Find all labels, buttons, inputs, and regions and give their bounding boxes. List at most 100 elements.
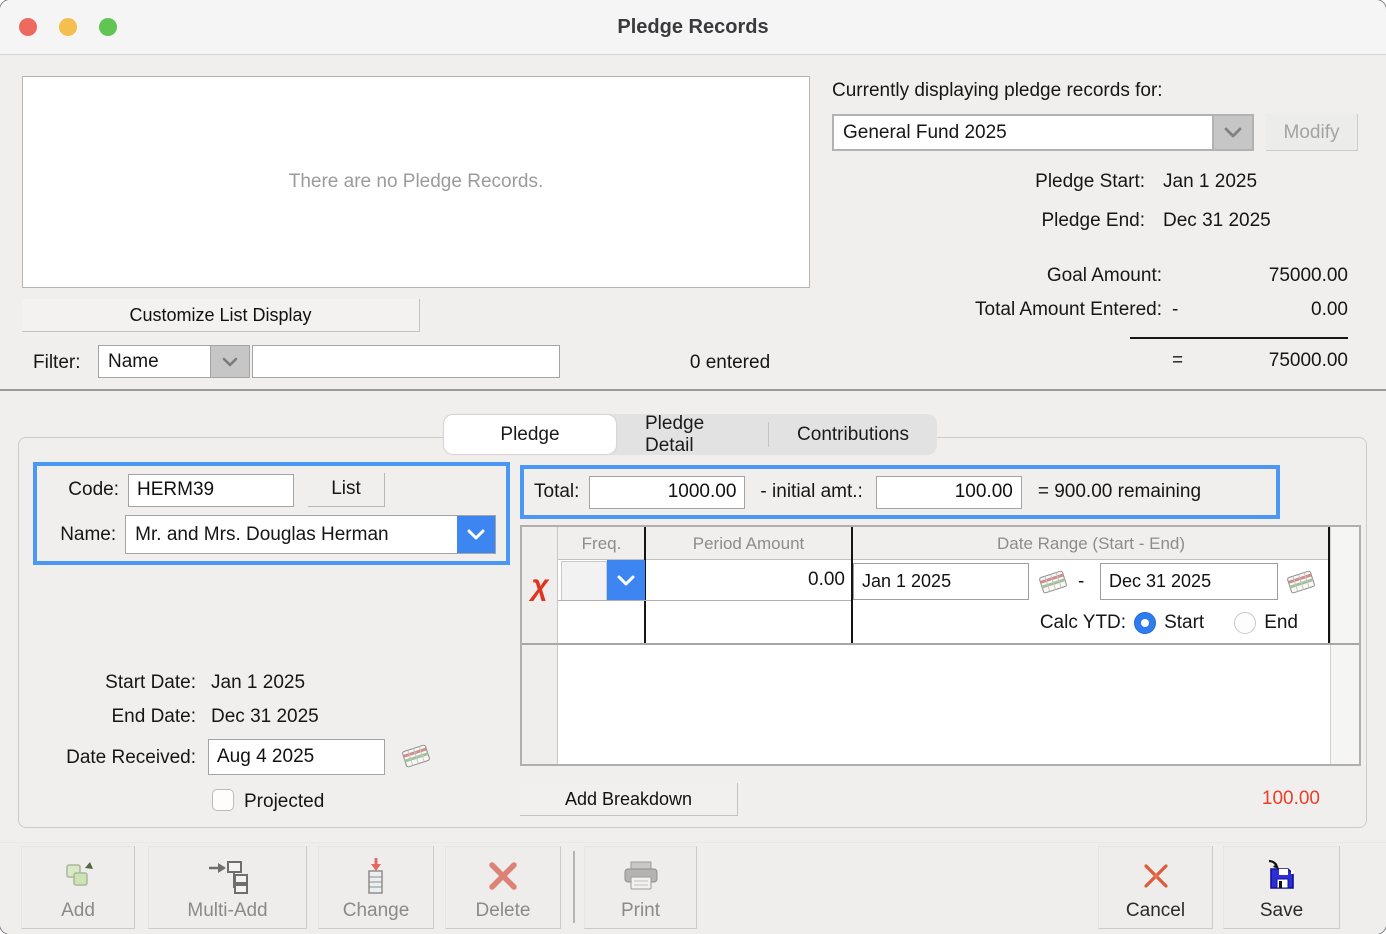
chevron-down-icon (617, 575, 635, 586)
sum-divider (1130, 337, 1348, 339)
tab-pledge-detail[interactable]: Pledge Detail (617, 414, 768, 455)
print-button-label: Print (621, 900, 660, 922)
range-end-input[interactable] (1100, 563, 1278, 600)
filter-label: Filter: (33, 352, 81, 374)
tab-pledge[interactable]: Pledge (444, 415, 616, 454)
delete-button-label: Delete (476, 900, 531, 922)
minus-op: - (1162, 299, 1198, 321)
date-picker-icon[interactable] (1037, 569, 1069, 600)
code-input[interactable] (128, 474, 294, 507)
fund-select[interactable]: General Fund 2025 (832, 114, 1254, 151)
column-header-freq[interactable]: Freq. (558, 527, 645, 560)
title-bar: Pledge Records (0, 0, 1386, 55)
delete-x-icon (486, 854, 520, 898)
end-date-label: End Date: (30, 706, 196, 728)
zoom-window-icon[interactable] (99, 18, 117, 36)
change-button-label: Change (343, 900, 410, 922)
total-entered-value: 0.00 (1198, 299, 1348, 321)
breakdown-table: Freq. Period Amount Date Range (Start - … (520, 525, 1361, 766)
date-received-input[interactable] (208, 739, 385, 775)
goal-amount-value: 75000.00 (1198, 265, 1348, 287)
range-dash: - (1078, 571, 1084, 593)
pledge-records-window: Pledge Records There are no Pledge Recor… (0, 0, 1386, 934)
pledge-start-label: Pledge Start: (832, 171, 1145, 193)
minimize-window-icon[interactable] (59, 18, 77, 36)
save-button[interactable]: Save (1223, 846, 1340, 929)
row-selector-gutter (522, 527, 558, 764)
freq-value-field[interactable] (561, 561, 607, 601)
filter-field-select[interactable]: Name (98, 345, 250, 378)
date-picker-icon[interactable] (400, 743, 432, 774)
code-label: Code: (47, 479, 119, 501)
start-date-label: Start Date: (30, 672, 196, 694)
total-entered-label: Total Amount Entered: (832, 299, 1162, 321)
column-divider (1328, 527, 1330, 643)
row-field-divider (558, 600, 851, 601)
total-label: Total: (534, 481, 579, 503)
name-selected: Mr. and Mrs. Douglas Herman (126, 516, 457, 553)
cancel-button[interactable]: Cancel (1098, 846, 1213, 929)
calc-ytd-start-radio[interactable] (1134, 612, 1156, 634)
column-header-period-amount[interactable]: Period Amount (645, 527, 852, 560)
name-label: Name: (47, 524, 116, 546)
delete-button[interactable]: Delete (445, 846, 561, 929)
calc-ytd-end-radio[interactable] (1234, 612, 1256, 634)
calc-ytd-start-label: Start (1164, 612, 1204, 634)
initial-amount-input[interactable] (876, 476, 1022, 509)
printer-icon (621, 854, 661, 898)
date-picker-icon[interactable] (1285, 569, 1317, 600)
remaining-text: = 900.00 remaining (1038, 481, 1201, 503)
traffic-lights (19, 18, 117, 36)
result-value: 75000.00 (1198, 350, 1348, 372)
add-breakdown-button[interactable]: Add Breakdown (520, 783, 738, 816)
customize-list-display-button[interactable]: Customize List Display (22, 299, 420, 332)
save-floppy-icon (1264, 854, 1300, 898)
column-header-date-range[interactable]: Date Range (Start - End) (852, 527, 1330, 560)
list-button[interactable]: List (308, 473, 385, 507)
name-select[interactable]: Mr. and Mrs. Douglas Herman (125, 515, 496, 554)
table-scrollbar-track[interactable] (1330, 527, 1359, 764)
row-bottom-divider (522, 643, 1359, 645)
projected-checkbox[interactable] (212, 789, 234, 811)
multi-add-button[interactable]: Multi-Add (148, 846, 307, 929)
range-start-input[interactable] (853, 563, 1029, 600)
filter-text-input[interactable] (252, 345, 560, 378)
end-date-value: Dec 31 2025 (211, 706, 319, 728)
cancel-button-label: Cancel (1126, 900, 1185, 922)
close-window-icon[interactable] (19, 18, 37, 36)
calc-ytd-end-label: End (1264, 612, 1298, 634)
period-amount-value[interactable]: 0.00 (645, 560, 845, 600)
save-button-label: Save (1260, 900, 1303, 922)
date-received-label: Date Received: (30, 747, 196, 769)
multi-add-button-label: Multi-Add (187, 900, 267, 922)
equals-op: = (1162, 350, 1198, 372)
chevron-down-icon[interactable] (457, 516, 495, 553)
pledge-total-group: Total: - initial amt.: = 900.00 remainin… (520, 465, 1280, 519)
toolbar-separator (573, 851, 575, 923)
calc-ytd-label: Calc YTD: (1040, 612, 1126, 634)
modify-button[interactable]: Modify (1266, 114, 1358, 151)
fund-selected: General Fund 2025 (834, 116, 1212, 149)
delete-row-glyph[interactable]: χ (522, 569, 558, 603)
projected-label: Projected (244, 791, 324, 813)
tab-contributions[interactable]: Contributions (769, 414, 937, 455)
pledge-start-value: Jan 1 2025 (1145, 171, 1363, 193)
add-button-label: Add (61, 900, 95, 922)
chevron-down-icon[interactable] (210, 346, 249, 377)
empty-list-message: There are no Pledge Records. (289, 171, 544, 193)
pledge-records-list[interactable]: There are no Pledge Records. (22, 76, 810, 288)
print-button[interactable]: Print (584, 846, 697, 929)
window-title: Pledge Records (0, 0, 1386, 55)
displaying-records-label: Currently displaying pledge records for: (832, 80, 1163, 102)
cancel-x-icon (1140, 854, 1172, 898)
filter-field-selected: Name (99, 346, 210, 377)
change-record-icon (363, 854, 389, 898)
freq-dropdown-button[interactable] (607, 560, 645, 601)
section-divider (0, 389, 1386, 391)
total-input[interactable] (589, 476, 745, 509)
initial-amount-label: - initial amt.: (760, 481, 862, 503)
breakdown-initial-amount: 100.00 (1180, 788, 1320, 810)
add-button[interactable]: Add (21, 846, 135, 929)
chevron-down-icon[interactable] (1212, 116, 1252, 149)
change-button[interactable]: Change (318, 846, 434, 929)
